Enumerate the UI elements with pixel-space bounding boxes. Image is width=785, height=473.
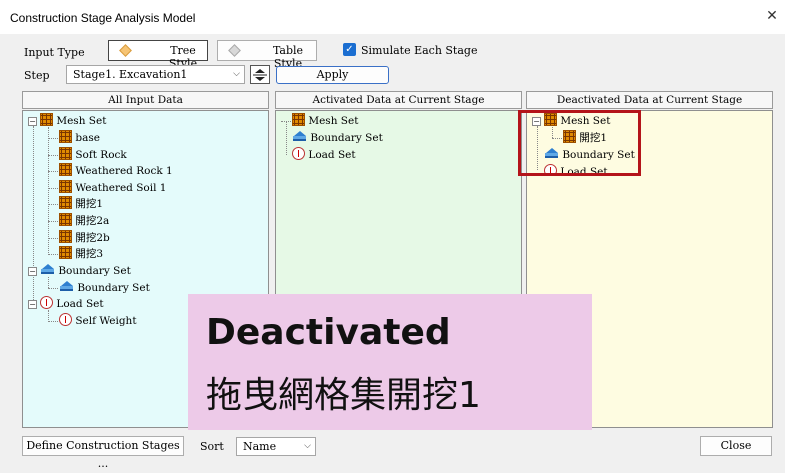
tree-node-mesh-item[interactable]: 開挖2b <box>59 230 110 246</box>
chevron-down-icon: ⌵ <box>233 69 240 79</box>
mesh-icon <box>59 147 72 160</box>
table-style-button[interactable]: Table Style <box>217 40 317 70</box>
tree-node-label: Mesh Set <box>308 115 359 127</box>
annotation-overlay: Deactivated 拖曳網格集開挖1 <box>188 294 592 430</box>
tree-node-mesh-item[interactable]: base <box>59 130 100 146</box>
tree-node-boundary-set[interactable]: − Boundary Set <box>28 263 131 279</box>
step-label: Step <box>24 69 50 82</box>
boundary-icon <box>40 264 55 276</box>
deactivated-header: Deactivated Data at Current Stage <box>526 91 773 109</box>
tree-connector <box>48 238 58 239</box>
mesh-icon <box>59 246 72 259</box>
collapse-icon[interactable]: − <box>28 267 37 276</box>
step-select-value: Stage1. Excavation1 <box>73 68 188 81</box>
tree-connector <box>48 288 58 289</box>
highlight-box <box>518 110 641 176</box>
tree-connector <box>48 127 49 255</box>
activated-header: Activated Data at Current Stage <box>275 91 522 109</box>
window-close-icon[interactable]: ✕ <box>763 6 781 26</box>
collapse-icon[interactable]: − <box>28 300 37 309</box>
tree-connector <box>48 188 58 189</box>
collapse-icon[interactable]: − <box>28 117 37 126</box>
mesh-icon <box>59 130 72 143</box>
sort-select[interactable]: Name ⌵ <box>236 437 316 456</box>
tree-connector <box>48 138 58 139</box>
tree-node-label: 開挖3 <box>75 248 104 260</box>
tree-node-label: Load Set <box>308 149 356 161</box>
simulate-checkbox[interactable]: ✓ <box>343 43 356 56</box>
tree-node-boundary-item[interactable]: Boundary Set <box>59 280 150 296</box>
tree-node-label: Soft Rock <box>75 149 127 161</box>
close-button[interactable]: Close <box>700 436 772 456</box>
mesh-icon <box>59 213 72 226</box>
mesh-icon <box>59 230 72 243</box>
tree-connector <box>286 121 287 155</box>
annotation-line1: Deactivated <box>206 312 451 353</box>
tree-node-label: 開挖2a <box>75 215 110 227</box>
tree-node-load-item[interactable]: Self Weight <box>59 313 137 329</box>
boundary-icon <box>59 281 74 293</box>
tree-node-label: 開挖1 <box>75 198 104 210</box>
tree-node-mesh-item[interactable]: Weathered Rock 1 <box>59 163 173 179</box>
tree-connector <box>48 204 58 205</box>
tree-connector <box>48 221 58 222</box>
tree-node-load-set[interactable]: − Load Set <box>28 296 104 312</box>
chevron-down-icon: ⌵ <box>304 441 311 451</box>
tree-node-mesh-item[interactable]: Soft Rock <box>59 147 127 163</box>
tree-node-label: Boundary Set <box>77 282 150 294</box>
tree-node-mesh-item[interactable]: Weathered Soil 1 <box>59 180 167 196</box>
spin-arrows-icon <box>253 69 267 81</box>
tree-node-mesh-item[interactable]: 開挖1 <box>59 196 103 212</box>
tree-connector <box>48 321 58 322</box>
window-title: Construction Stage Analysis Model <box>10 11 196 25</box>
tree-node-mesh-item[interactable]: 開挖3 <box>59 246 103 262</box>
tree-node-label: Self Weight <box>75 315 137 327</box>
annotation-line2: 拖曳網格集開挖1 <box>206 375 481 416</box>
mesh-icon <box>40 113 53 126</box>
load-icon <box>59 313 72 326</box>
sort-label: Sort <box>200 440 224 453</box>
input-type-label: Input Type <box>24 46 85 59</box>
load-icon <box>292 147 305 160</box>
tree-node-label: Weathered Soil 1 <box>75 182 167 194</box>
diamond-icon <box>228 44 241 57</box>
boundary-icon <box>292 131 307 143</box>
tree-node-boundary-set[interactable]: Boundary Set <box>292 130 383 146</box>
simulate-label: Simulate Each Stage <box>361 44 478 57</box>
load-icon <box>40 296 53 309</box>
tree-node-label: 開挖2b <box>75 232 110 244</box>
tree-connector <box>48 254 58 255</box>
tree-node-label: base <box>75 132 100 144</box>
all-input-header: All Input Data <box>22 91 269 109</box>
tree-style-button[interactable]: Tree Style <box>108 40 208 70</box>
tree-connector <box>48 155 58 156</box>
mesh-icon <box>292 113 305 126</box>
sort-select-value: Name <box>243 440 277 453</box>
mesh-icon <box>59 180 72 193</box>
tree-node-label: Weathered Rock 1 <box>75 165 173 177</box>
tree-connector <box>48 171 58 172</box>
apply-button[interactable]: Apply <box>276 66 389 84</box>
tree-node-label: Boundary Set <box>58 265 131 277</box>
mesh-icon <box>59 163 72 176</box>
tree-node-mesh-set[interactable]: − Mesh Set <box>28 113 106 129</box>
tree-node-label: Load Set <box>56 298 104 310</box>
step-spin-button[interactable] <box>250 65 270 84</box>
tree-node-mesh-set[interactable]: Mesh Set <box>292 113 358 129</box>
define-stages-button[interactable]: Define Construction Stages ... <box>22 436 184 470</box>
tree-node-label: Mesh Set <box>56 115 107 127</box>
diamond-icon <box>119 44 132 57</box>
tree-node-label: Boundary Set <box>310 132 383 144</box>
mesh-icon <box>59 196 72 209</box>
tree-node-mesh-item[interactable]: 開挖2a <box>59 213 109 229</box>
title-bar: Construction Stage Analysis Model ✕ <box>0 0 785 34</box>
tree-node-load-set[interactable]: Load Set <box>292 147 356 163</box>
step-select[interactable]: Stage1. Excavation1 ⌵ <box>66 65 245 84</box>
